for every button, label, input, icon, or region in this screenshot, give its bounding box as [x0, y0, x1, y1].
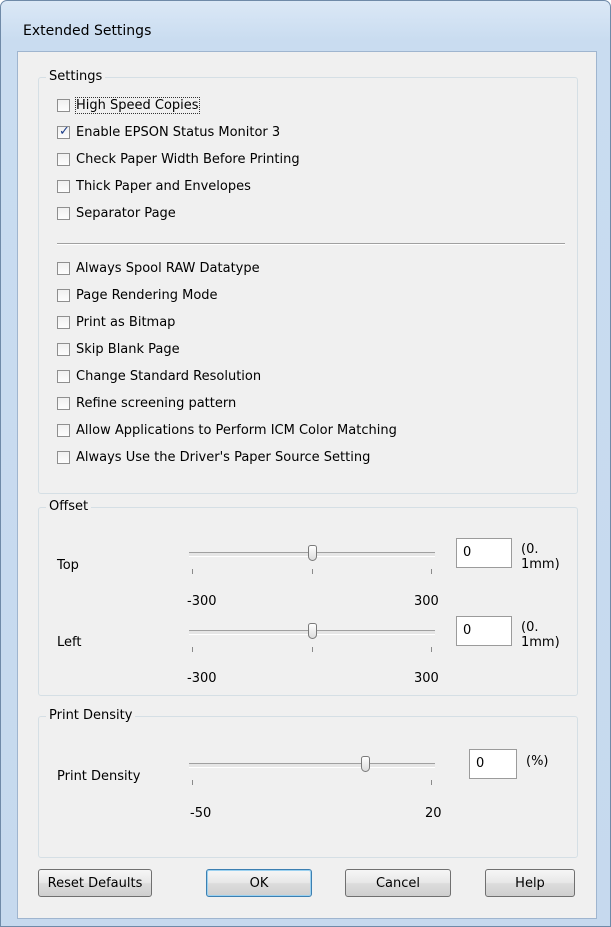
print-density-min: -50	[190, 806, 212, 821]
print-density-unit: (%)	[526, 754, 549, 769]
slider-tick	[431, 569, 432, 574]
slider-tick	[312, 647, 313, 652]
checkbox-box[interactable]	[57, 396, 70, 410]
print-density-group: Print Density Print Density -50 20 0 (%)	[38, 708, 578, 858]
checkbox-box[interactable]	[57, 261, 70, 275]
left-offset-unit: (0. 1mm)	[521, 620, 560, 650]
extended-settings-window: Extended Settings Settings High Speed Co…	[0, 0, 611, 927]
top-offset-input[interactable]: 0	[456, 538, 512, 568]
checkbox-enable-status-monitor[interactable]: Enable EPSON Status Monitor 3	[57, 123, 280, 141]
settings-legend: Settings	[46, 69, 106, 84]
checkbox-box[interactable]	[57, 369, 70, 383]
slider-tick	[431, 780, 432, 785]
print-density-input[interactable]: 0	[469, 749, 517, 779]
checkbox-box[interactable]	[57, 315, 70, 329]
checkbox-label: Thick Paper and Envelopes	[76, 178, 251, 194]
checkbox-box[interactable]	[57, 450, 70, 464]
checkbox-label: Check Paper Width Before Printing	[76, 151, 300, 167]
checkbox-box[interactable]	[57, 179, 70, 193]
slider-thumb[interactable]	[361, 756, 370, 772]
dialog-body: Settings High Speed Copies Enable EPSON …	[17, 51, 597, 919]
checkbox-refine-screening[interactable]: Refine screening pattern	[57, 394, 236, 412]
separator-line	[57, 243, 565, 245]
checkbox-label: High Speed Copies	[75, 96, 200, 114]
reset-defaults-button[interactable]: Reset Defaults	[38, 869, 152, 897]
checkbox-change-standard-resolution[interactable]: Change Standard Resolution	[57, 367, 261, 385]
checkbox-label: Always Spool RAW Datatype	[76, 260, 260, 276]
title-bar[interactable]: Extended Settings	[1, 1, 610, 45]
checkbox-skip-blank-page[interactable]: Skip Blank Page	[57, 340, 180, 358]
checkbox-check-paper-width[interactable]: Check Paper Width Before Printing	[57, 150, 300, 168]
top-offset-unit: (0. 1mm)	[521, 542, 560, 572]
checkbox-driver-paper-source[interactable]: Always Use the Driver's Paper Source Set…	[57, 448, 370, 466]
top-offset-label: Top	[57, 558, 79, 573]
checkbox-box[interactable]	[57, 288, 70, 302]
checkbox-icm-color-matching[interactable]: Allow Applications to Perform ICM Color …	[57, 421, 397, 439]
slider-tick	[431, 647, 432, 652]
left-offset-min: -300	[187, 671, 217, 686]
top-offset-min: -300	[187, 594, 217, 609]
slider-tick	[312, 569, 313, 574]
top-offset-max: 300	[414, 594, 439, 609]
slider-tick	[192, 569, 193, 574]
checkbox-label: Enable EPSON Status Monitor 3	[76, 124, 281, 140]
checkbox-label: Change Standard Resolution	[76, 368, 262, 384]
left-offset-label: Left	[57, 635, 82, 650]
checkbox-label: Page Rendering Mode	[76, 287, 218, 303]
checkbox-box[interactable]	[57, 152, 70, 166]
cancel-button[interactable]: Cancel	[345, 869, 451, 897]
checkbox-print-as-bitmap[interactable]: Print as Bitmap	[57, 313, 175, 331]
help-button[interactable]: Help	[485, 869, 575, 897]
checkbox-label: Refine screening pattern	[76, 395, 237, 411]
checkbox-page-rendering-mode[interactable]: Page Rendering Mode	[57, 286, 218, 304]
offset-group: Offset Top -300 300 0 (0. 1mm) Left -300…	[38, 499, 578, 696]
slider-thumb[interactable]	[308, 623, 317, 639]
slider-track[interactable]	[189, 763, 435, 768]
window-title: Extended Settings	[23, 23, 152, 39]
ok-button[interactable]: OK	[206, 869, 312, 897]
left-offset-input[interactable]: 0	[456, 616, 512, 646]
checkbox-label: Skip Blank Page	[76, 341, 180, 357]
checkbox-box[interactable]	[57, 423, 70, 437]
print-density-label: Print Density	[57, 769, 141, 784]
slider-tick	[192, 780, 193, 785]
checkbox-high-speed-copies[interactable]: High Speed Copies	[57, 96, 200, 114]
checkbox-thick-paper[interactable]: Thick Paper and Envelopes	[57, 177, 251, 195]
print-density-legend: Print Density	[46, 708, 136, 723]
offset-legend: Offset	[46, 499, 92, 514]
checkbox-box[interactable]	[57, 206, 70, 220]
checkbox-separator-page[interactable]: Separator Page	[57, 204, 176, 222]
left-offset-max: 300	[414, 671, 439, 686]
checkbox-label: Always Use the Driver's Paper Source Set…	[76, 449, 371, 465]
checkbox-box[interactable]	[57, 98, 70, 112]
checkbox-label: Separator Page	[76, 205, 176, 221]
settings-group: Settings High Speed Copies Enable EPSON …	[38, 69, 578, 494]
checkbox-box[interactable]	[57, 342, 70, 356]
checkbox-box[interactable]	[57, 124, 70, 139]
print-density-max: 20	[425, 806, 442, 821]
checkbox-spool-raw[interactable]: Always Spool RAW Datatype	[57, 259, 260, 277]
slider-thumb[interactable]	[308, 545, 317, 561]
slider-tick	[192, 647, 193, 652]
checkbox-label: Allow Applications to Perform ICM Color …	[76, 422, 397, 438]
checkbox-label: Print as Bitmap	[76, 314, 176, 330]
